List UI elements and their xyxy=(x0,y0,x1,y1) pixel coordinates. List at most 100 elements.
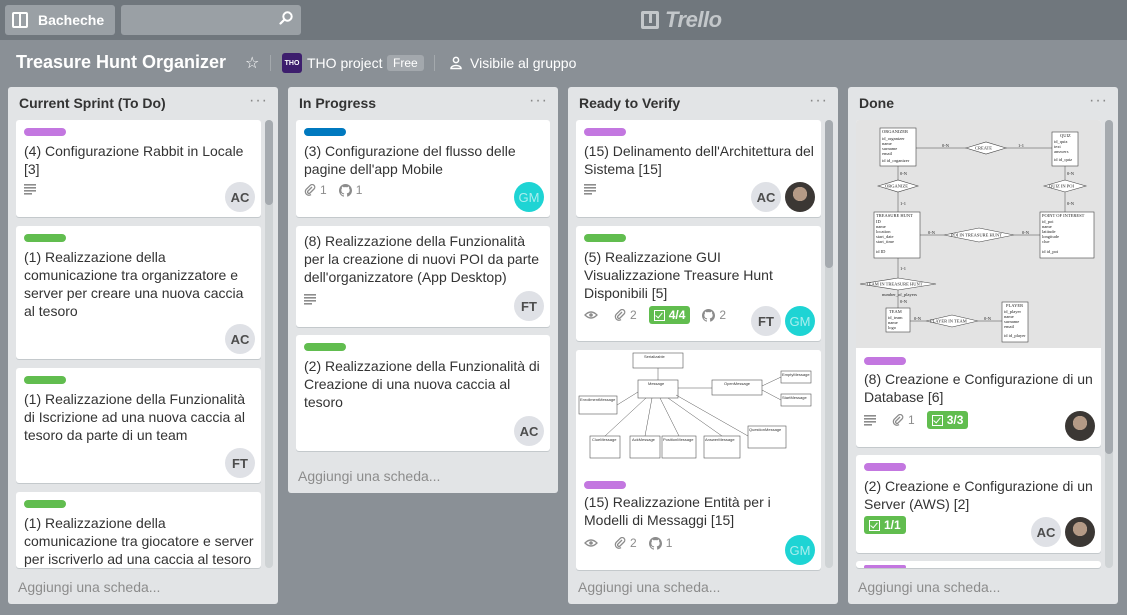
github-count: 1 xyxy=(665,536,673,550)
checklist-badge: 3/3 xyxy=(926,411,969,429)
card-label-green[interactable] xyxy=(24,500,66,508)
boards-button[interactable]: Bacheche xyxy=(5,5,115,35)
github-badge: 1 xyxy=(338,183,362,197)
list-title[interactable]: Done xyxy=(859,95,894,111)
checklist-icon xyxy=(653,309,665,321)
uml-class-label: PositionMessage xyxy=(663,437,694,442)
card-label-green[interactable] xyxy=(24,234,66,242)
card[interactable]: (8) Realizzazione della Funzionalità per… xyxy=(296,226,550,327)
attachment-count: 2 xyxy=(630,308,637,322)
card-title: (5) Realizzazione GUI Visualizzazione Tr… xyxy=(584,249,773,301)
card[interactable]: (3) Configurazione del flusso delle pagi… xyxy=(296,120,550,217)
attachment-count: 1 xyxy=(908,413,915,427)
github-icon xyxy=(338,183,352,197)
card[interactable] xyxy=(856,561,1101,568)
member-avatar[interactable]: FT xyxy=(225,448,255,478)
search-icon[interactable] xyxy=(279,11,293,25)
trello-logo[interactable]: Trello xyxy=(641,7,722,33)
member-avatar[interactable]: FT xyxy=(514,291,544,321)
add-card-button[interactable]: Aggiungi una scheda... xyxy=(298,468,440,484)
add-card-button[interactable]: Aggiungi una scheda... xyxy=(858,579,1000,595)
er-entity-label: PLAYER xyxy=(1006,303,1023,308)
card-badges xyxy=(584,184,612,195)
member-avatar[interactable]: GM xyxy=(785,535,815,565)
card-label-purple[interactable] xyxy=(864,357,906,365)
scrollbar-thumb[interactable] xyxy=(825,120,833,268)
scrollbar-thumb[interactable] xyxy=(1105,120,1113,454)
card[interactable]: (2) Creazione e Configurazione di un Ser… xyxy=(856,455,1101,553)
er-relation-label: ORGANIZE xyxy=(885,184,908,189)
star-icon[interactable]: ☆ xyxy=(245,53,259,73)
card-label-purple[interactable] xyxy=(864,463,906,471)
member-avatar[interactable]: FT xyxy=(751,306,781,336)
member-avatar[interactable]: AC xyxy=(1031,517,1061,547)
scrollbar-thumb[interactable] xyxy=(265,120,273,205)
member-photo-avatar[interactable] xyxy=(1065,517,1095,547)
description-icon xyxy=(304,294,320,305)
card[interactable]: (1) Realizzazione della comunicazione tr… xyxy=(16,492,261,568)
card[interactable]: (1) Realizzazione della Funzionalità di … xyxy=(16,368,261,483)
list-menu-icon[interactable]: ··· xyxy=(809,92,828,110)
er-entity-label: TEAM xyxy=(889,309,902,314)
card-label-green[interactable] xyxy=(304,343,346,351)
uml-class-label: Message xyxy=(648,381,665,386)
member-avatar[interactable]: GM xyxy=(785,306,815,336)
card[interactable]: ORGANIZER id_organizer name surname emai… xyxy=(856,120,1101,447)
card[interactable]: (4) Configurazione Rabbit in Locale [3] … xyxy=(16,120,261,217)
list-title[interactable]: Current Sprint (To Do) xyxy=(19,95,166,111)
card-label-green[interactable] xyxy=(24,376,66,384)
description-icon xyxy=(864,414,880,426)
card[interactable]: (2) Realizzazione della Funzionalità di … xyxy=(296,335,550,451)
add-card-button[interactable]: Aggiungi una scheda... xyxy=(18,579,160,595)
card-badges xyxy=(24,184,52,195)
member-avatar[interactable]: GM xyxy=(514,182,544,212)
list-scrollbar[interactable] xyxy=(825,120,833,568)
card-cover-uml-diagram[interactable]: Serializable Message EnrollmentMessage C… xyxy=(576,350,821,470)
card-label-blue[interactable] xyxy=(304,128,346,136)
card-cover-er-diagram[interactable]: ORGANIZER id_organizer name surname emai… xyxy=(856,120,1101,348)
card-label-green[interactable] xyxy=(584,234,626,242)
card-title: (3) Configurazione del flusso delle pagi… xyxy=(304,143,516,177)
list-scrollbar[interactable] xyxy=(265,120,273,568)
visibility-label[interactable]: Visibile al gruppo xyxy=(470,55,576,71)
description-icon xyxy=(24,184,40,195)
team-visibility-icon[interactable] xyxy=(449,56,463,70)
card[interactable]: (5) Realizzazione GUI Visualizzazione Tr… xyxy=(576,226,821,341)
attachment-count: 1 xyxy=(320,183,327,197)
card-label-purple[interactable] xyxy=(584,128,626,136)
list-scrollbar[interactable] xyxy=(1105,120,1113,568)
member-avatar[interactable]: AC xyxy=(225,182,255,212)
list-title[interactable]: Ready to Verify xyxy=(579,95,680,111)
list-menu-icon[interactable]: ··· xyxy=(529,92,548,110)
list-menu-icon[interactable]: ··· xyxy=(249,92,268,110)
member-photo-avatar[interactable] xyxy=(1065,411,1095,441)
search-input[interactable] xyxy=(121,5,301,35)
trello-logo-text: Trello xyxy=(665,7,722,32)
svg-text:0-N: 0-N xyxy=(984,316,992,321)
board-title[interactable]: Treasure Hunt Organizer xyxy=(16,52,226,73)
card-label-purple[interactable] xyxy=(24,128,66,136)
svg-text:id id_poi: id id_poi xyxy=(1042,249,1059,254)
checklist-count: 4/4 xyxy=(668,308,686,322)
add-card-button[interactable]: Aggiungi una scheda... xyxy=(578,579,720,595)
uml-class-label: EnrollmentMessage xyxy=(580,397,616,402)
card-label-purple[interactable] xyxy=(584,481,626,489)
card[interactable]: (1) Realizzazione della comunicazione tr… xyxy=(16,226,261,359)
er-relation-label: QUIZ IN POI xyxy=(1049,184,1074,189)
member-avatar[interactable]: AC xyxy=(514,416,544,446)
list-menu-icon[interactable]: ··· xyxy=(1089,92,1108,110)
github-badge: 1 xyxy=(648,536,673,550)
card[interactable]: Serializable Message EnrollmentMessage C… xyxy=(576,350,821,570)
svg-text:number_of_players: number_of_players xyxy=(882,292,917,297)
er-entity-label: TREASURE HUNT xyxy=(876,213,913,218)
team-name[interactable]: THO project xyxy=(307,55,382,71)
svg-text:1-1: 1-1 xyxy=(1018,143,1024,148)
member-avatar[interactable]: AC xyxy=(751,182,781,212)
checklist-badge: 4/4 xyxy=(648,306,691,324)
member-avatar[interactable]: AC xyxy=(225,324,255,354)
card-label-purple[interactable] xyxy=(864,565,906,568)
member-photo-avatar[interactable] xyxy=(785,182,815,212)
list-title[interactable]: In Progress xyxy=(299,95,376,111)
uml-class-label: AnswerMessage xyxy=(705,437,735,442)
card[interactable]: (15) Delinamento dell'Architettura del S… xyxy=(576,120,821,217)
